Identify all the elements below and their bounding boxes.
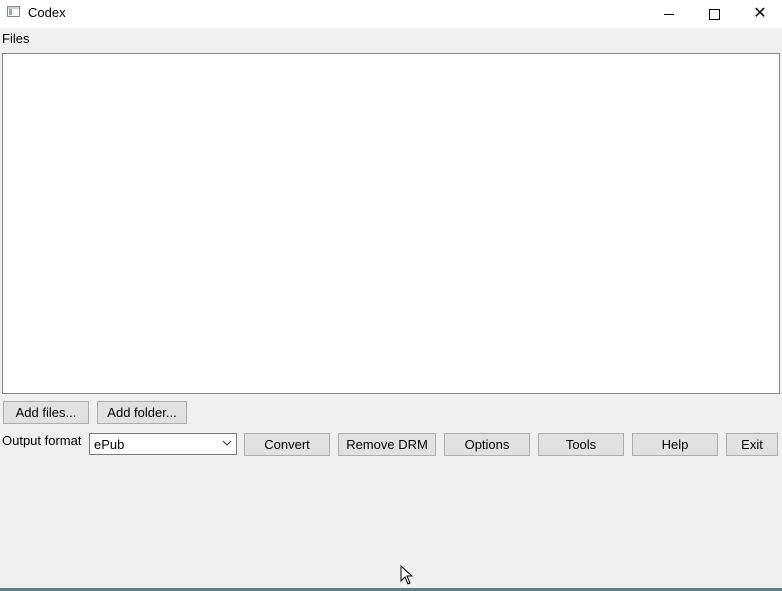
remove-drm-button[interactable]: Remove DRM [338, 433, 436, 456]
close-button[interactable]: ✕ [737, 0, 782, 28]
options-button[interactable]: Options [444, 433, 530, 456]
help-button[interactable]: Help [632, 433, 718, 456]
chevron-down-icon [222, 440, 232, 446]
maximize-button[interactable] [691, 0, 737, 28]
mouse-pointer-icon [400, 565, 414, 585]
output-format-select[interactable]: ePub [89, 433, 237, 455]
window-title: Codex [28, 5, 66, 20]
files-label: Files [2, 31, 30, 46]
app-window-icon [7, 6, 20, 17]
minimize-icon [664, 13, 674, 15]
file-list[interactable] [2, 53, 780, 394]
convert-button[interactable]: Convert [244, 433, 330, 456]
output-format-value: ePub [94, 437, 125, 452]
close-icon: ✕ [753, 5, 767, 22]
minimize-button[interactable] [646, 0, 692, 28]
title-bar[interactable]: Codex ✕ [0, 0, 782, 28]
add-files-button[interactable]: Add files... [3, 401, 89, 424]
output-format-label: Output format [2, 433, 82, 448]
exit-button[interactable]: Exit [726, 433, 778, 456]
maximize-icon [708, 8, 720, 20]
tools-button[interactable]: Tools [538, 433, 624, 456]
add-folder-button[interactable]: Add folder... [97, 401, 187, 424]
